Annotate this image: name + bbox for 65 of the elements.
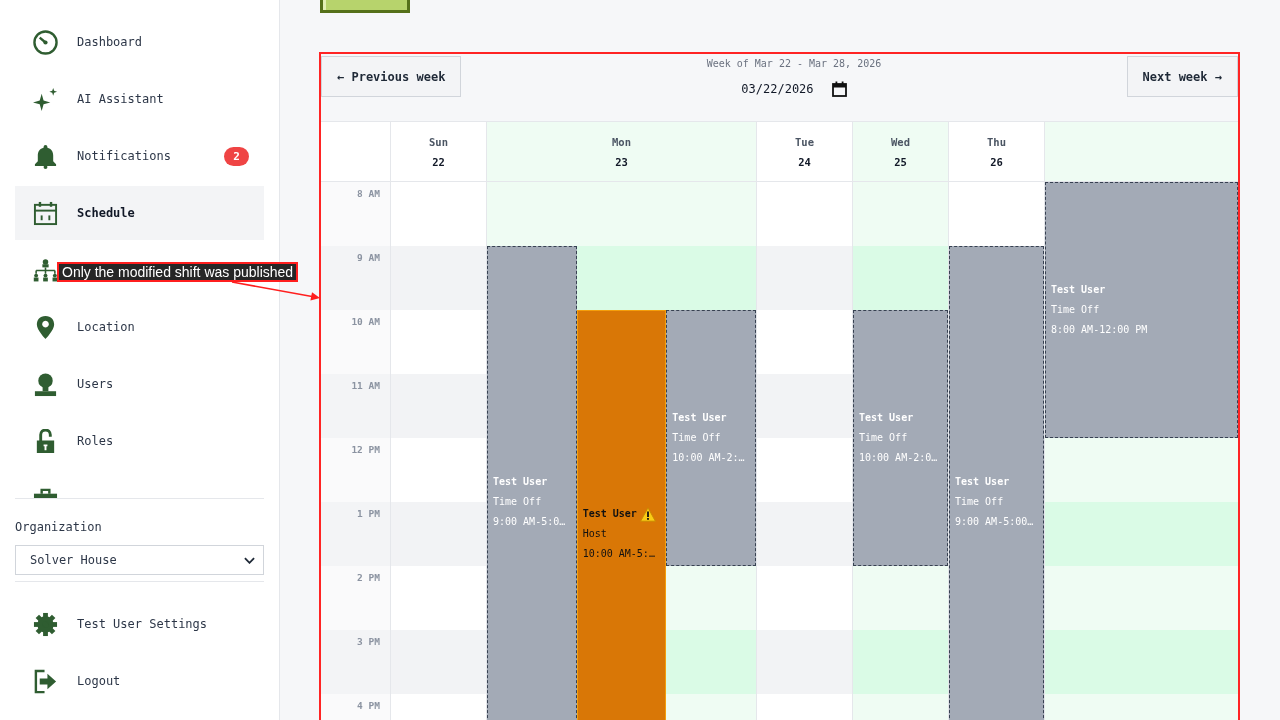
nav-item[interactable]: Logout — [15, 654, 264, 708]
nav-item[interactable]: Location — [15, 300, 264, 354]
day-name: Thu — [987, 134, 1006, 149]
event-title: Test User — [859, 411, 914, 425]
nav-item[interactable]: Notifications 2 — [15, 129, 264, 183]
nav-item[interactable]: AI Assistant — [15, 72, 264, 126]
event-label: Time Off — [1051, 303, 1101, 317]
hour-label: 10 AM — [321, 310, 390, 374]
event-title: Test User — [582, 507, 637, 521]
sparkle-icon — [33, 86, 58, 112]
event-title: Test User — [955, 475, 1010, 489]
nav-item[interactable]: Schedule — [15, 186, 264, 240]
hour-label: 4 PM — [321, 694, 390, 720]
nav-item[interactable]: Users — [15, 357, 264, 411]
bell-icon — [33, 143, 58, 169]
week-label: Week of Mar 22 - Mar 28, 2026 — [706, 57, 882, 71]
event-time: 9:00 AM-5:0… — [493, 515, 567, 529]
hour-label: 9 AM — [321, 246, 390, 310]
nav-item[interactable]: Dashboard — [15, 15, 264, 69]
hour-label: 2 PM — [321, 566, 390, 630]
nav-item[interactable]: Roles — [15, 414, 264, 468]
event-label: Time Off — [672, 431, 722, 445]
hour-label: 12 PM — [321, 438, 390, 502]
settings-icon — [33, 611, 58, 637]
person-icon — [33, 371, 58, 397]
event-label: Time Off — [859, 431, 909, 445]
day-name: Wed — [891, 134, 910, 149]
nav-item[interactable]: Test User Settings — [15, 597, 264, 651]
day-date: 26 — [990, 154, 1003, 169]
chevron-down-icon — [244, 556, 255, 564]
hour-label: 11 AM — [321, 374, 390, 438]
next-week-button[interactable]: Next week → — [1126, 56, 1238, 97]
event-title: Test User — [493, 475, 548, 489]
shift-block[interactable]: Test User Host 10:00 AM-5:… — [576, 310, 667, 720]
annotation-label: Only the modified shift was published — [57, 262, 299, 282]
event-time: 9:00 AM-5:00… — [955, 515, 1035, 529]
organization-select[interactable]: Solver House — [15, 545, 264, 575]
gauge-icon — [33, 29, 58, 55]
hour-label: 3 PM — [321, 630, 390, 694]
event-label: Host — [582, 527, 608, 541]
day-date: 25 — [894, 154, 907, 169]
day-name: Sun — [429, 134, 448, 149]
day-date: 24 — [798, 154, 811, 169]
event-title: Test User — [672, 411, 727, 425]
event-label: Time Off — [955, 495, 1005, 509]
event-label: Time Off — [493, 495, 543, 509]
organization-label: Organization — [15, 519, 103, 535]
event-time: 8:00 AM-12:00 PM — [1051, 323, 1149, 337]
day-date: 22 — [432, 154, 445, 169]
org-chart-icon — [33, 256, 58, 284]
notification-badge: 2 — [224, 146, 249, 166]
logout-icon — [33, 668, 58, 694]
hour-label: 1 PM — [321, 502, 390, 566]
date-field[interactable]: 03/22/2026 — [741, 81, 847, 97]
hour-label: 8 AM — [321, 182, 390, 246]
event-time: 10:00 AM-5:… — [582, 547, 656, 561]
previous-week-button[interactable]: ← Previous week — [321, 56, 462, 97]
event-time: 10:00 AM-2:… — [672, 451, 746, 465]
calendar-icon[interactable] — [831, 81, 847, 97]
day-date: 23 — [615, 154, 628, 169]
event-title: Test User — [1051, 283, 1106, 297]
day-name: Mon — [612, 134, 631, 149]
event-time: 10:00 AM-2:0… — [859, 451, 939, 465]
day-name: Tue — [795, 134, 814, 149]
calendar-icon — [33, 200, 58, 226]
